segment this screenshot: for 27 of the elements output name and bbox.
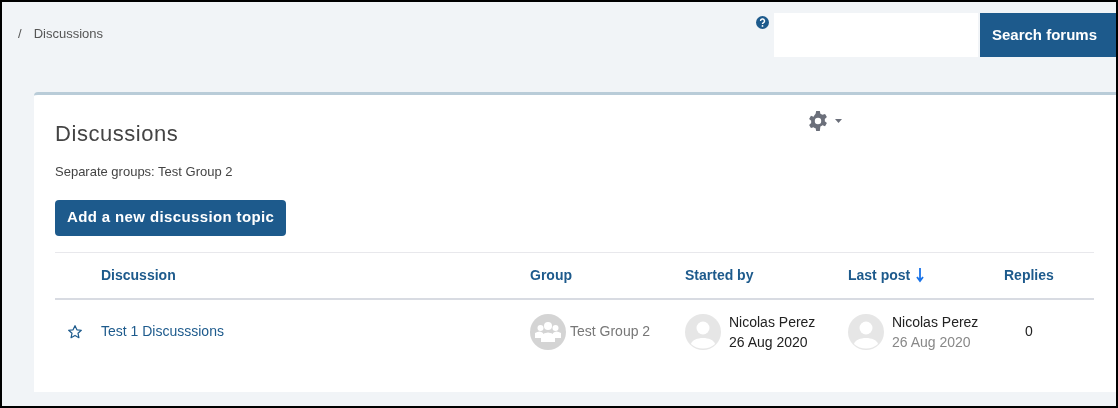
group-mode-text: Separate groups: Test Group 2 <box>55 163 234 181</box>
settings-menu[interactable] <box>807 110 842 132</box>
page-heading: Discussions <box>55 120 179 148</box>
sort-down-icon[interactable] <box>916 267 925 283</box>
column-header[interactable]: Group <box>530 264 572 286</box>
breadcrumb-link[interactable]: Discussions <box>33 24 103 44</box>
group-icon <box>530 313 566 350</box>
breadcrumb-separator: / <box>18 25 22 43</box>
reply-count: 0 <box>1025 323 1033 339</box>
start-date: 26 Aug 2020 <box>729 332 809 352</box>
last-post-date[interactable]: 26 Aug 2020 <box>892 331 979 352</box>
settings-icon <box>807 110 829 132</box>
column-header[interactable]: Discussion <box>101 264 176 286</box>
column-header[interactable]: Started by <box>685 264 754 286</box>
star-icon[interactable] <box>67 323 83 340</box>
caret-icon <box>835 119 842 123</box>
user-avatar-icon <box>848 313 884 350</box>
user-avatar-icon <box>685 313 721 350</box>
add-discussion-button[interactable]: Add a new discussion topic <box>55 199 287 236</box>
search-forums-button[interactable]: Search forums <box>980 13 1116 57</box>
help-icon[interactable] <box>756 16 769 29</box>
column-header[interactable]: Replies <box>1004 264 1054 286</box>
author-name: Nicolas Perez <box>892 312 979 332</box>
column-header[interactable]: Last post <box>848 264 911 286</box>
author-name: Nicolas Perez <box>729 312 816 332</box>
group-name: Test Group 2 <box>570 322 651 341</box>
discussion-link[interactable]: Test 1 Discusssions <box>101 323 224 339</box>
